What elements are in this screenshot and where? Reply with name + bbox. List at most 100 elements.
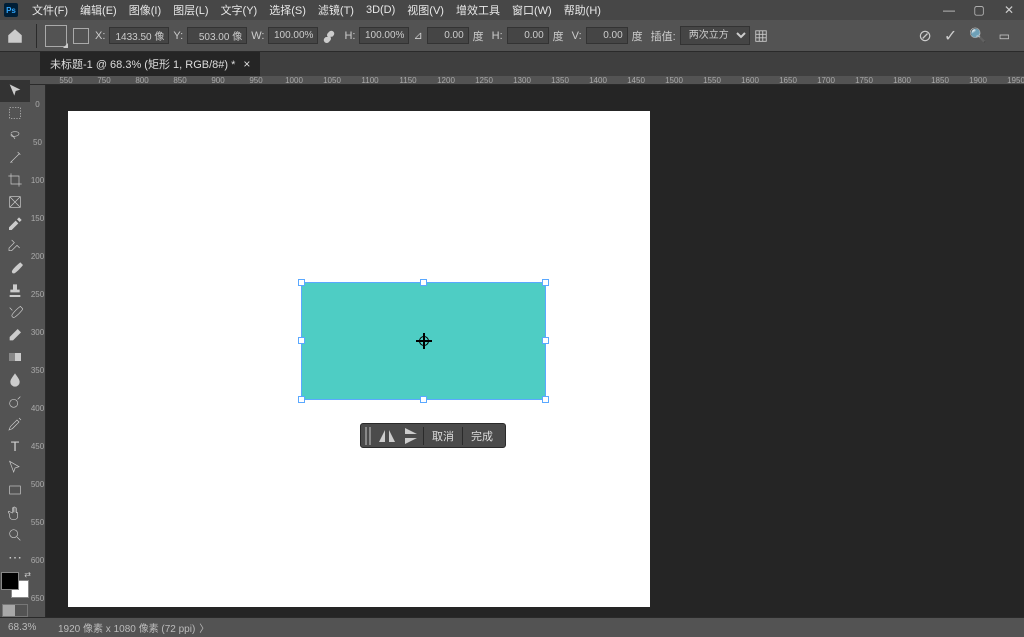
flip-horizontal-icon[interactable]	[375, 426, 399, 446]
menu-image[interactable]: 图像(I)	[123, 2, 167, 18]
interp-select[interactable]: 两次立方	[680, 26, 750, 45]
cancel-button[interactable]: 取消	[424, 428, 462, 444]
quickmask-toggle[interactable]	[2, 604, 28, 617]
menu-plugins[interactable]: 增效工具	[450, 2, 506, 18]
commit-transform-icon[interactable]: ✓	[944, 26, 957, 46]
window-close-button[interactable]: ✕	[994, 0, 1024, 20]
pen-tool[interactable]	[0, 413, 30, 435]
type-tool[interactable]: T	[0, 435, 30, 457]
canvas-area: 5507508008509009501000105011001150120012…	[30, 76, 1024, 617]
input-vskew[interactable]	[586, 27, 628, 44]
foreground-background-colors[interactable]: ⇄	[1, 572, 29, 598]
label-h: H:	[344, 30, 355, 42]
drag-handle-icon[interactable]	[365, 427, 371, 445]
skew-unit-2: 度	[632, 28, 643, 44]
move-tool[interactable]	[0, 80, 30, 102]
menu-edit[interactable]: 编辑(E)	[74, 2, 123, 18]
window-maximize-button[interactable]: ▢	[964, 0, 994, 20]
window-minimize-button[interactable]: —	[934, 0, 964, 20]
label-y: Y:	[173, 30, 183, 42]
input-y[interactable]	[187, 27, 247, 44]
gradient-tool[interactable]	[0, 346, 30, 368]
shape-rectangle[interactable]	[301, 282, 546, 400]
hand-tool[interactable]	[0, 502, 30, 524]
input-x[interactable]	[109, 27, 169, 44]
foreground-color[interactable]	[1, 572, 19, 590]
marquee-tool[interactable]	[0, 102, 30, 124]
link-aspect-icon[interactable]	[322, 29, 336, 43]
status-doc-info: 1920 像素 x 1080 像素 (72 ppi)	[58, 620, 195, 635]
options-bar: X: Y: W: H: ⊿ 度 H: 度 V: 度 插值: 两次立方 ⊘ ✓ 🔍…	[0, 20, 1024, 52]
status-zoom[interactable]: 68.3%	[8, 622, 58, 633]
transform-preset-icon[interactable]	[45, 25, 67, 47]
history-brush-tool[interactable]	[0, 302, 30, 324]
wand-tool[interactable]	[0, 147, 30, 169]
reference-point-icon[interactable]	[73, 28, 89, 44]
input-w[interactable]	[268, 27, 318, 44]
menu-help[interactable]: 帮助(H)	[558, 2, 607, 18]
document-tab-title: 未标题-1 @ 68.3% (矩形 1, RGB/8#) *	[50, 56, 235, 72]
warp-icon[interactable]	[754, 29, 768, 43]
transform-handle[interactable]	[298, 279, 305, 286]
canvas-viewport[interactable]: 取消 完成	[46, 85, 1024, 617]
crop-tool[interactable]	[0, 169, 30, 191]
label-x: X:	[95, 30, 105, 42]
menu-window[interactable]: 窗口(W)	[506, 2, 558, 18]
menu-file[interactable]: 文件(F)	[26, 2, 74, 18]
zoom-tool[interactable]	[0, 524, 30, 546]
menu-select[interactable]: 选择(S)	[263, 2, 312, 18]
angle-icon: ⊿	[413, 29, 422, 42]
transform-center-icon[interactable]	[416, 333, 432, 349]
menu-3d[interactable]: 3D(D)	[360, 4, 401, 16]
transform-handle[interactable]	[542, 279, 549, 286]
menu-filter[interactable]: 滤镜(T)	[312, 2, 360, 18]
input-angle[interactable]	[427, 27, 469, 44]
transform-handle[interactable]	[420, 279, 427, 286]
transform-handle[interactable]	[542, 396, 549, 403]
stamp-tool[interactable]	[0, 280, 30, 302]
status-dropdown-icon[interactable]: 〉	[199, 620, 209, 635]
shape-tool[interactable]	[0, 479, 30, 501]
toolbar: T ⋯ ⇄	[0, 76, 30, 617]
more-tools[interactable]: ⋯	[0, 546, 30, 568]
cancel-transform-icon[interactable]: ⊘	[918, 26, 931, 46]
workspace-icon[interactable]: ▭	[999, 29, 1010, 43]
input-h[interactable]	[359, 27, 409, 44]
label-w: W:	[251, 30, 264, 42]
menu-bar: Ps 文件(F) 编辑(E) 图像(I) 图层(L) 文字(Y) 选择(S) 滤…	[0, 0, 1024, 20]
document-tab-bar: 未标题-1 @ 68.3% (矩形 1, RGB/8#) * ×	[0, 52, 1024, 76]
interp-label: 插值:	[651, 28, 676, 44]
healing-tool[interactable]	[0, 235, 30, 257]
transform-handle[interactable]	[420, 396, 427, 403]
label-hskew: H:	[492, 30, 503, 42]
search-icon[interactable]: 🔍	[969, 27, 986, 44]
frame-tool[interactable]	[0, 191, 30, 213]
brush-tool[interactable]	[0, 258, 30, 280]
ruler-horizontal: 5507508008509009501000105011001150120012…	[30, 76, 1024, 85]
menu-layer[interactable]: 图层(L)	[167, 2, 214, 18]
path-select-tool[interactable]	[0, 457, 30, 479]
status-bar: 68.3% 1920 像素 x 1080 像素 (72 ppi) 〉	[0, 617, 1024, 637]
home-icon[interactable]	[6, 27, 24, 45]
document-tab[interactable]: 未标题-1 @ 68.3% (矩形 1, RGB/8#) * ×	[40, 52, 260, 76]
transform-handle[interactable]	[542, 337, 549, 344]
menu-type[interactable]: 文字(Y)	[215, 2, 264, 18]
input-hskew[interactable]	[507, 27, 549, 44]
transform-confirm-bar: 取消 完成	[360, 423, 506, 448]
tab-close-icon[interactable]: ×	[243, 57, 250, 71]
eyedropper-tool[interactable]	[0, 213, 30, 235]
dodge-tool[interactable]	[0, 391, 30, 413]
transform-handle[interactable]	[298, 337, 305, 344]
swap-colors-icon[interactable]: ⇄	[24, 570, 31, 579]
ruler-vertical: 050100150200250300350400450500550600650	[30, 85, 46, 617]
done-button[interactable]: 完成	[463, 428, 501, 444]
menu-view[interactable]: 视图(V)	[401, 2, 450, 18]
eraser-tool[interactable]	[0, 324, 30, 346]
transform-handle[interactable]	[298, 396, 305, 403]
flip-vertical-icon[interactable]	[399, 426, 423, 446]
angle-unit: 度	[473, 28, 484, 44]
label-vskew: V:	[572, 30, 582, 42]
lasso-tool[interactable]	[0, 124, 30, 146]
skew-unit-1: 度	[553, 28, 564, 44]
blur-tool[interactable]	[0, 368, 30, 390]
